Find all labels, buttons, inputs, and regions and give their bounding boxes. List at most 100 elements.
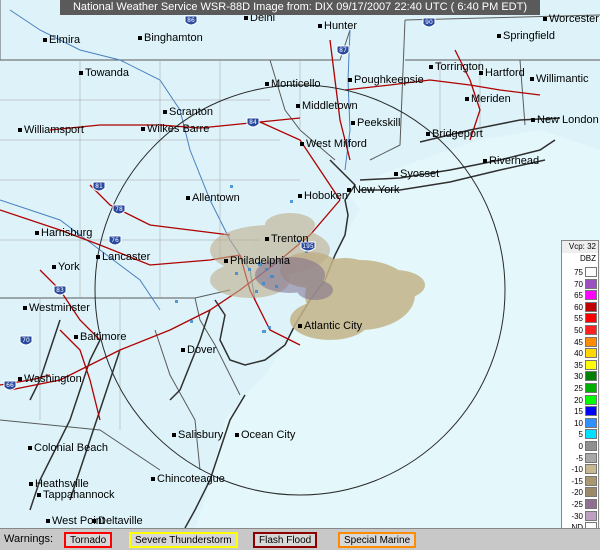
legend-swatch [585, 313, 597, 324]
city-label: Deltaville [92, 515, 143, 527]
legend-row: -15 [562, 475, 598, 487]
shield-label: 83 [56, 287, 64, 294]
legend-row: 50 [562, 325, 598, 336]
city-label: Towanda [79, 67, 129, 79]
legend-swatch [585, 325, 597, 335]
city-label: New London [531, 114, 599, 126]
legend-value: 0 [578, 442, 583, 451]
legend-row: 25 [562, 383, 598, 394]
shield-label: 81 [95, 183, 103, 190]
shield-label: 86 [187, 17, 195, 24]
city-label: Chincoteague [151, 473, 225, 485]
city-label: Salisbury [172, 429, 223, 441]
city-label: Colonial Beach [28, 442, 108, 454]
legend-swatch [585, 394, 597, 405]
city-label: Riverhead [483, 155, 539, 167]
radar-map: 86 90 87 84 81 78 76 195 83 70 66 Delhi … [0, 0, 600, 528]
legend-swatch [585, 510, 597, 521]
city-label: West Milford [300, 138, 367, 150]
legend-swatch [585, 499, 597, 509]
legend-swatch [585, 441, 597, 451]
city-label: Hoboken [298, 190, 348, 202]
legend-value: -20 [571, 488, 583, 498]
legend-swatch [585, 336, 597, 347]
legend-swatch [585, 452, 597, 463]
legend-row: 0 [562, 441, 598, 452]
city-label: Poughkeepsie [348, 74, 424, 86]
city-label: Williamsport [18, 124, 84, 136]
city-label: Lancaster [96, 251, 150, 263]
city-label: Baltimore [74, 331, 126, 343]
legend-swatch [585, 464, 597, 475]
city-label: Bridgeport [426, 128, 483, 140]
legend-value: -10 [571, 465, 583, 475]
warning-special-marine[interactable]: Special Marine [338, 532, 417, 548]
shield-label: 78 [115, 206, 123, 213]
city-label: Allentown [186, 192, 240, 204]
city-label: Worcester [543, 13, 599, 25]
legend-swatch [585, 348, 597, 359]
legend-row: 30 [562, 371, 598, 382]
legend-row: -25 [562, 499, 598, 510]
legend-swatch [585, 429, 597, 440]
legend-row: 65 [562, 290, 598, 301]
legend-value: 30 [574, 372, 583, 382]
legend-swatch [585, 406, 597, 417]
legend-swatch [585, 487, 597, 498]
legend-value: 55 [574, 314, 583, 324]
warning-severe-thunderstorm[interactable]: Severe Thunderstorm [129, 532, 238, 548]
shield-label: 70 [22, 337, 30, 344]
city-label: Syosset [394, 168, 439, 180]
legend-unit: DBZ [580, 254, 596, 263]
legend-value: 45 [574, 337, 583, 347]
legend-row: 35 [562, 359, 598, 371]
city-label: Torrington [429, 61, 484, 73]
legend-vcp: Vcp: 32 [562, 241, 598, 253]
city-label: Trenton [265, 233, 309, 245]
legend-value: 15 [574, 407, 583, 417]
city-label: Springfield [497, 30, 555, 42]
city-label: Hartford [479, 67, 525, 79]
legend-swatch [585, 475, 597, 486]
legend-row: -20 [562, 487, 598, 498]
legend-swatch [585, 383, 597, 393]
legend-row: 20 [562, 394, 598, 406]
legend-value: 70 [574, 279, 583, 289]
legend-value: 20 [574, 395, 583, 405]
legend-row: 5 [562, 429, 598, 440]
city-label: Scranton [163, 106, 213, 118]
warnings-label: Warnings: [4, 533, 54, 545]
warning-flash-flood[interactable]: Flash Flood [253, 532, 318, 548]
city-label: Meriden [465, 93, 511, 105]
city-label: Washington [18, 373, 82, 385]
city-label: Harrisburg [35, 227, 92, 239]
city-label: Atlantic City [298, 320, 362, 332]
legend-value: 40 [574, 349, 583, 359]
city-label: Monticello [265, 78, 321, 90]
image-title: National Weather Service WSR-88D Image f… [60, 0, 540, 15]
legend-row: 15 [562, 406, 598, 417]
warning-tornado[interactable]: Tornado [64, 532, 113, 548]
legend-swatch [585, 267, 597, 277]
shield-label: 87 [339, 47, 347, 54]
legend-value: 50 [574, 326, 583, 335]
shield-label: 84 [249, 119, 257, 126]
legend-swatch [585, 417, 597, 428]
legend-value: 25 [574, 384, 583, 393]
legend-value: -30 [571, 511, 583, 521]
city-label: York [52, 261, 80, 273]
legend-row: 10 [562, 417, 598, 429]
city-label: Elmira [43, 34, 80, 46]
legend-value: -5 [575, 453, 583, 463]
city-label: New York [347, 184, 399, 196]
city-label: Philadelphia [224, 255, 290, 267]
legend-swatch [585, 290, 597, 301]
shield-label: 76 [111, 237, 119, 244]
city-label: Tappahannock [37, 489, 115, 501]
legend-row: 40 [562, 348, 598, 359]
legend-swatch [585, 359, 597, 370]
city-label: Middletown [296, 100, 358, 112]
legend-value: 65 [574, 291, 583, 301]
legend-swatch [585, 301, 597, 312]
legend-row: -30 [562, 510, 598, 522]
